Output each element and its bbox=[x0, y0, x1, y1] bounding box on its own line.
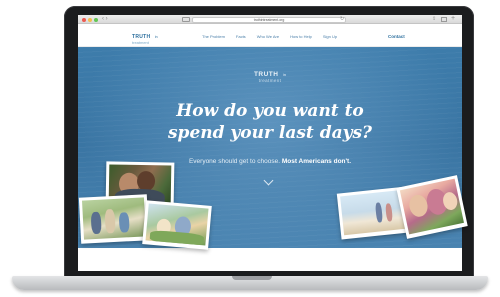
hero-brand-small: in bbox=[282, 72, 287, 77]
nav-how-to-help[interactable]: How to Help bbox=[290, 34, 312, 39]
hero-subtitle-plain: Everyone should get to choose. bbox=[188, 158, 281, 165]
nav-who-we-are[interactable]: Who We Are bbox=[257, 34, 279, 39]
hero-headline: How do you want to spend your last days? bbox=[78, 100, 462, 144]
back-forward-icon[interactable]: ‹ › bbox=[102, 16, 108, 23]
hero-brand-sub: treatment bbox=[258, 78, 282, 83]
new-tab-icon[interactable]: + bbox=[451, 15, 455, 23]
sidebar-icon[interactable] bbox=[182, 17, 190, 22]
logo-small-text: in bbox=[154, 35, 158, 39]
hero-headline-line2: spend your last days? bbox=[167, 123, 373, 143]
nav-the-problem[interactable]: The Problem bbox=[202, 34, 225, 39]
minimize-window-button[interactable] bbox=[88, 17, 92, 22]
scroll-down-chevron-icon[interactable] bbox=[263, 175, 274, 186]
laptop-notch bbox=[232, 276, 272, 280]
hero-brand: TRUTH in treatment bbox=[78, 69, 462, 84]
reload-icon[interactable]: ↻ bbox=[340, 16, 344, 23]
site-logo[interactable]: TRUTH in treatment bbox=[132, 31, 158, 46]
hero-headline-line1: How do you want to bbox=[176, 101, 364, 121]
logo-sub-text: treatment bbox=[132, 40, 149, 45]
page-bottom-area bbox=[78, 248, 462, 271]
browser-toolbar: ‹ › truthintreatment.org ↻ ⇪ + bbox=[78, 15, 462, 24]
photo-family-garden bbox=[78, 194, 150, 244]
main-nav: The Problem Facts Who We Are How to Help… bbox=[202, 34, 337, 39]
site-header: TRUTH in treatment The Problem Facts Who… bbox=[78, 25, 462, 47]
maximize-window-button[interactable] bbox=[94, 17, 98, 22]
photo-grandparents-grass bbox=[142, 200, 212, 250]
share-icon[interactable]: ⇪ bbox=[432, 16, 436, 23]
nav-facts[interactable]: Facts bbox=[236, 34, 246, 39]
tabs-icon[interactable] bbox=[441, 17, 447, 22]
nav-sign-up[interactable]: Sign Up bbox=[323, 34, 337, 39]
hero-brand-main: TRUTH bbox=[253, 71, 279, 78]
contact-link[interactable]: Contact bbox=[388, 34, 405, 39]
close-window-button[interactable] bbox=[82, 17, 86, 22]
address-bar[interactable]: truthintreatment.org bbox=[192, 16, 346, 23]
hero-subtitle-bold: Most Americans don't. bbox=[281, 158, 352, 165]
